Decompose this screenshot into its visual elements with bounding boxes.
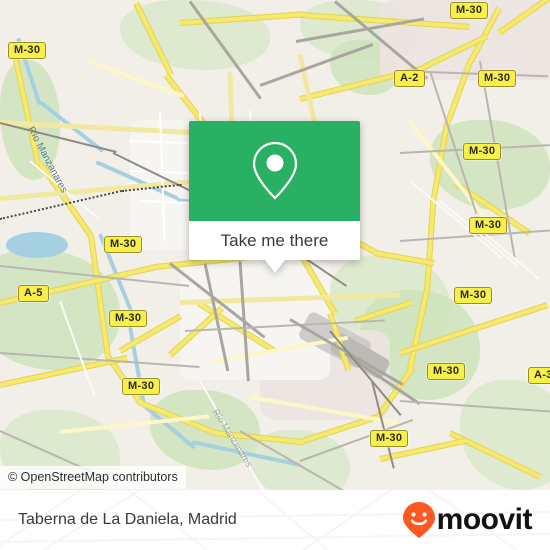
popup-header [189, 121, 360, 221]
highway-shield: M-30 [109, 310, 148, 327]
destination-popup[interactable]: Take me there [189, 121, 360, 273]
highway-shield: A-3 [528, 367, 550, 384]
moovit-logo[interactable]: moovit [402, 501, 533, 539]
map-canvas[interactable]: M-30 M-30 A-2 M-30 M-30 M-30 M-30 A-5 M-30 M-30 A-… [0, 0, 550, 490]
highway-shield: M-30 [8, 42, 47, 59]
highway-shield: M-30 [104, 236, 143, 253]
highway-shield: M-30 [478, 70, 517, 87]
highway-shield: A-2 [394, 70, 425, 87]
moovit-map-screen: M-30 M-30 A-2 M-30 M-30 M-30 M-30 A-5 M-30 M-30 A-… [0, 0, 550, 550]
map-pin-icon [252, 141, 297, 200]
place-title: Taberna de La Daniela, Madrid [18, 511, 237, 528]
highway-shield: M-30 [454, 287, 493, 304]
highway-shield: M-30 [450, 2, 489, 19]
osm-attribution[interactable]: © OpenStreetMap contributors [0, 466, 186, 489]
reservoir [6, 232, 68, 258]
highway-shield: M-30 [370, 430, 409, 447]
moovit-pin-smile-icon [402, 502, 435, 538]
take-me-there-button[interactable]: Take me there [189, 221, 360, 260]
highway-shield: M-30 [463, 143, 502, 160]
highway-shield: M-30 [427, 363, 466, 380]
popup-tail [264, 260, 285, 273]
highway-shield: M-30 [122, 378, 161, 395]
highway-shield: A-5 [18, 285, 49, 302]
moovit-wordmark: moovit [436, 503, 533, 536]
highway-shield: M-30 [469, 217, 508, 234]
footer-bar: Taberna de La Daniela, Madrid moovit [0, 490, 550, 550]
